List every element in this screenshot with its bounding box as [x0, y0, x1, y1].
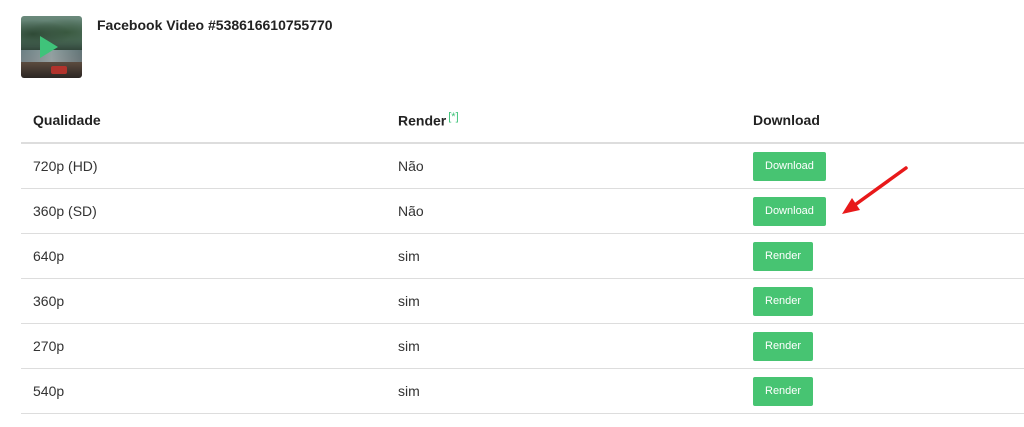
- header-download: Download: [741, 98, 1024, 144]
- quality-cell: 640p: [21, 233, 386, 279]
- render-button[interactable]: Render: [753, 286, 814, 316]
- action-cell: Download: [741, 143, 1024, 189]
- video-thumbnail[interactable]: [21, 16, 82, 78]
- page: Facebook Video #538616610755770 Qualidad…: [0, 0, 1024, 427]
- quality-cell: 360p: [21, 278, 386, 324]
- quality-table: Qualidade Render [*] Download 720p (HD) N…: [21, 98, 1024, 414]
- quality-cell: 720p (HD): [21, 143, 386, 189]
- quality-cell: 540p: [21, 368, 386, 414]
- table-row: 720p (HD) Não Download: [21, 143, 1024, 189]
- render-cell: sim: [386, 368, 741, 414]
- table-row: 640p sim Render: [21, 233, 1024, 279]
- table-row: 360p (SD) Não Download: [21, 188, 1024, 234]
- action-cell: Render: [741, 368, 1024, 414]
- quality-cell: 270p: [21, 323, 386, 369]
- header-render: Render [*]: [386, 98, 741, 144]
- table-row: 540p sim Render: [21, 368, 1024, 414]
- render-cell: Não: [386, 188, 741, 234]
- header-quality: Qualidade: [21, 98, 386, 144]
- render-cell: sim: [386, 323, 741, 369]
- render-button[interactable]: Render: [753, 241, 814, 271]
- render-cell: Não: [386, 143, 741, 189]
- action-cell: Download: [741, 188, 1024, 234]
- render-cell: sim: [386, 278, 741, 324]
- table-header-row: Qualidade Render [*] Download: [21, 98, 1024, 144]
- render-cell: sim: [386, 233, 741, 279]
- render-button[interactable]: Render: [753, 376, 814, 406]
- table-row: 360p sim Render: [21, 278, 1024, 324]
- render-note-link[interactable]: [*]: [448, 111, 458, 123]
- download-button[interactable]: Download: [753, 196, 826, 226]
- table-row: 270p sim Render: [21, 323, 1024, 369]
- play-icon[interactable]: [40, 36, 58, 58]
- action-cell: Render: [741, 278, 1024, 324]
- render-button[interactable]: Render: [753, 331, 814, 361]
- action-cell: Render: [741, 233, 1024, 279]
- header-render-label: Render: [398, 112, 447, 129]
- quality-cell: 360p (SD): [21, 188, 386, 234]
- thumbnail-boat: [51, 66, 67, 74]
- download-button[interactable]: Download: [753, 151, 826, 181]
- video-title: Facebook Video #538616610755770: [97, 17, 333, 33]
- action-cell: Render: [741, 323, 1024, 369]
